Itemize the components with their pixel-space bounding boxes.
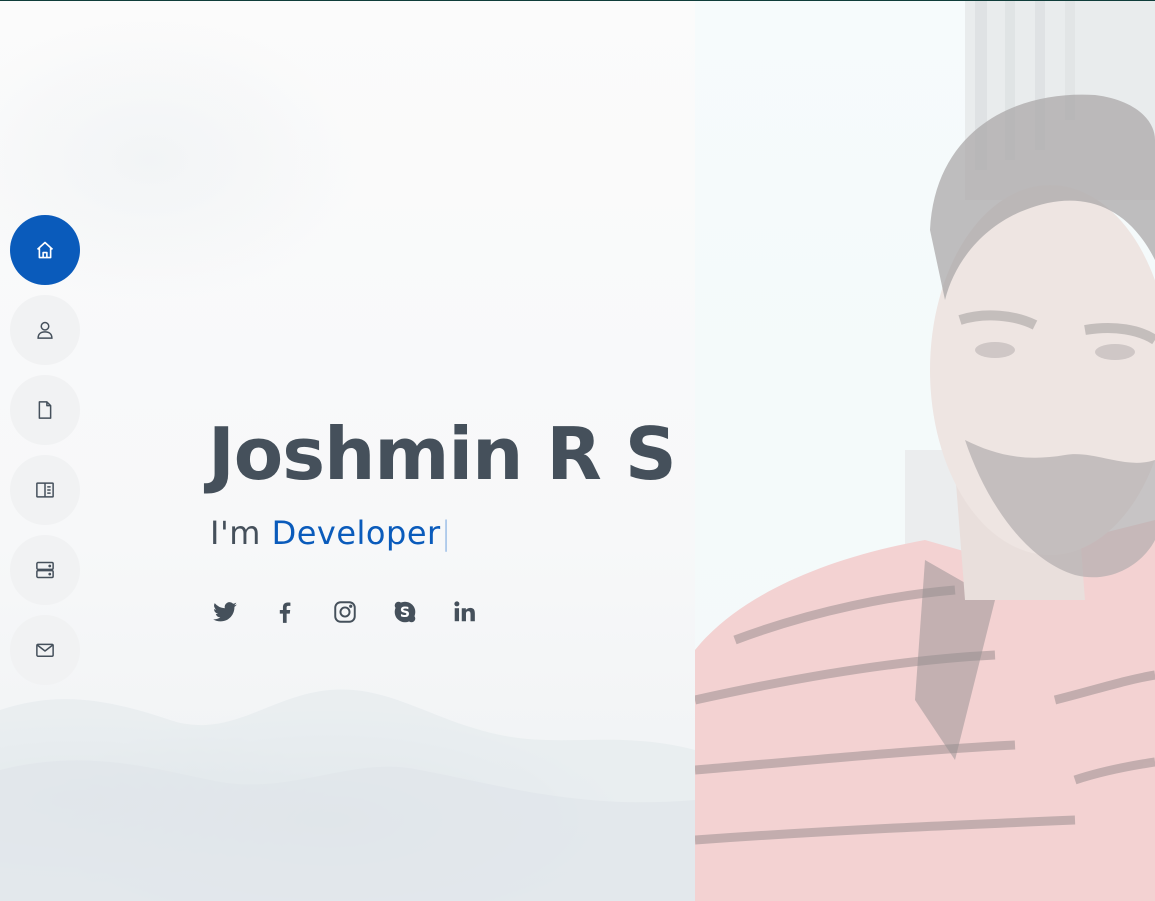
twitter-icon [213,602,237,622]
nav-portfolio[interactable] [10,455,80,525]
nav-resume[interactable] [10,375,80,445]
social-links: S [210,597,510,627]
book-half-icon [36,482,54,498]
hero-prefix: I'm [210,514,261,552]
nav-about[interactable] [10,295,80,365]
skype-icon: S [394,601,416,623]
side-nav [10,215,80,695]
top-border [0,0,1155,1]
facebook-link[interactable] [270,597,300,627]
profile-photo [695,0,1155,901]
hero-subtitle: I'm Developer| [210,514,452,552]
mountains-image [0,689,695,901]
nav-home[interactable] [10,215,80,285]
person-icon [37,321,53,339]
svg-text:S: S [400,605,410,621]
typed-text: Developer [271,514,441,552]
nav-contact[interactable] [10,615,80,685]
home-icon [36,241,54,259]
linkedin-link[interactable] [450,597,480,627]
facebook-icon [279,602,291,623]
twitter-link[interactable] [210,597,240,627]
hero-name: Joshmin R S [208,412,677,496]
server-icon [36,561,54,579]
instagram-icon [334,601,356,623]
nav-services[interactable] [10,535,80,605]
instagram-link[interactable] [330,597,360,627]
linkedin-icon [454,601,475,622]
envelope-icon [36,643,54,657]
typed-cursor: | [440,514,452,552]
skype-link[interactable]: S [390,597,420,627]
file-icon [38,401,52,419]
